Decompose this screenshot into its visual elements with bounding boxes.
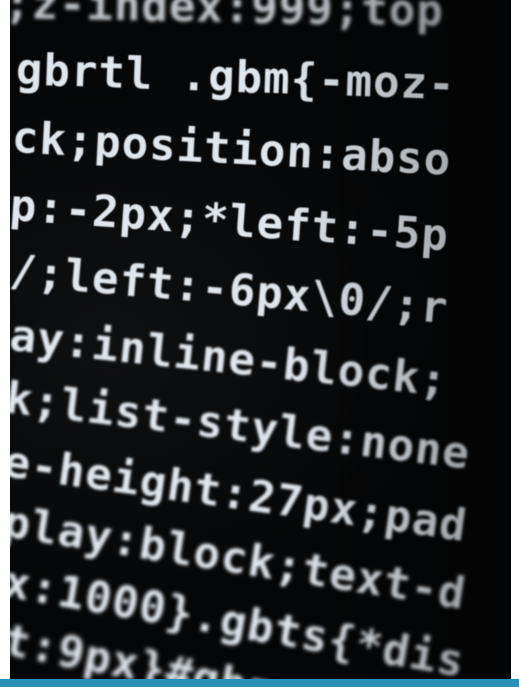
code-line: gbrtl .gbm{-moz- [15, 44, 457, 111]
code-line: ck;position:abso [10, 112, 453, 186]
code-line: ;z-index:999;top [10, 0, 445, 37]
code-line: p:-2px;*left:-5p [10, 180, 451, 262]
code-photo: ;z-index:999;top gbrtl .gbm{-moz- ck;pos… [10, 0, 511, 679]
accent-bar [0, 679, 519, 687]
